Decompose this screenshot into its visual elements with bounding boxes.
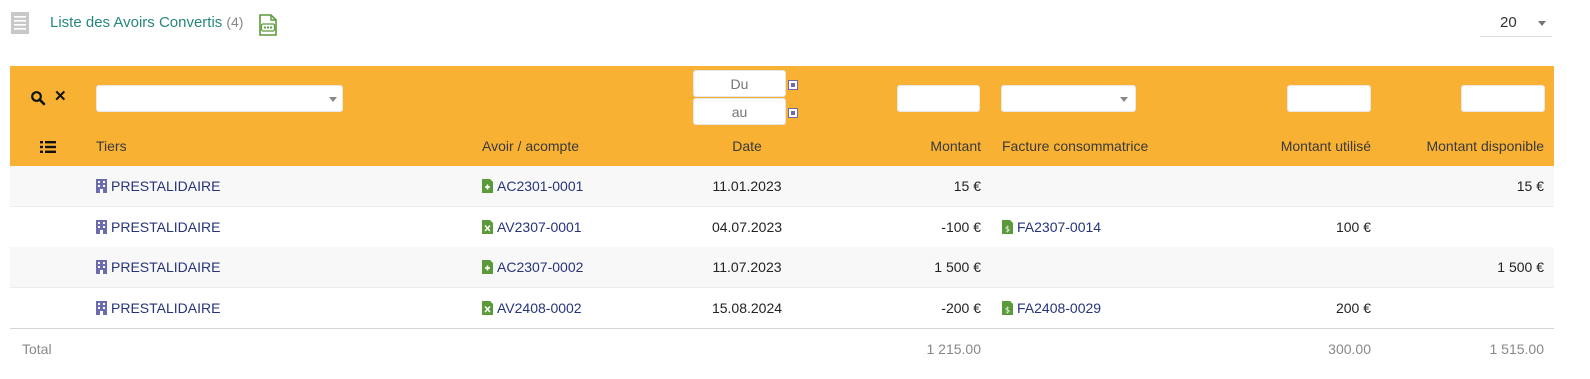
montant-cell: 1 500 € [934, 259, 981, 275]
chevron-down-icon [1120, 97, 1128, 102]
total-montant-disponible: 1 515.00 [1489, 341, 1545, 357]
company-icon [96, 179, 107, 193]
total-label: Total [22, 341, 52, 357]
montant-disponible-filter-input[interactable] [1461, 85, 1545, 112]
avoir-link[interactable]: AV2408-0002 [482, 300, 582, 316]
tiers-link[interactable]: PRESTALIDAIRE [96, 178, 220, 194]
table-row: PRESTALIDAIRE AC2301-0001 11.01.2023 15 … [10, 166, 1554, 207]
avoir-ref: AV2408-0002 [497, 300, 582, 316]
company-icon [96, 260, 107, 274]
search-icon[interactable] [30, 90, 46, 106]
column-header-montant-utilise[interactable]: Montant utilisé [1210, 138, 1371, 154]
column-header-facture[interactable]: Facture consommatrice [1002, 138, 1148, 154]
montant-utilise-filter-input[interactable] [1287, 85, 1371, 112]
column-header-montant[interactable]: Montant [860, 138, 981, 154]
facture-link[interactable]: $ FA2408-0029 [1002, 300, 1101, 316]
tiers-link[interactable]: PRESTALIDAIRE [96, 219, 220, 235]
tiers-name: PRESTALIDAIRE [111, 219, 221, 235]
table-row: PRESTALIDAIRE AV2307-0001 04.07.2023 -10… [10, 207, 1554, 248]
facture-ref: FA2408-0029 [1017, 300, 1102, 316]
invoice-icon: $ [1002, 220, 1013, 234]
date-cell: 11.07.2023 [712, 259, 782, 275]
avoir-link[interactable]: AC2307-0002 [482, 259, 583, 275]
column-header-date[interactable]: Date [696, 138, 798, 154]
tiers-name: PRESTALIDAIRE [111, 300, 221, 316]
montant-utilise-cell: 100 € [1335, 219, 1371, 235]
credit-note-icon [482, 220, 493, 234]
avoir-ref: AV2307-0001 [497, 219, 582, 235]
column-header-montant-disponible[interactable]: Montant disponible [1390, 138, 1544, 154]
chevron-down-icon [329, 97, 337, 102]
company-icon [96, 301, 107, 315]
facture-ref: FA2307-0014 [1017, 219, 1102, 235]
total-montant-utilise: 300.00 [1328, 341, 1371, 357]
calendar-icon[interactable] [788, 80, 798, 90]
chevron-down-icon [1538, 21, 1546, 26]
table-header: ✕ Tiers Avoir / acompte Date Montant Fac… [10, 66, 1554, 166]
title-bar: Liste des Avoirs Convertis (4) 20 [0, 0, 1590, 50]
avoir-ref: AC2301-0001 [497, 178, 584, 194]
tiers-name: PRESTALIDAIRE [111, 178, 221, 194]
tiers-link[interactable]: PRESTALIDAIRE [96, 259, 220, 275]
record-count: (4) [226, 14, 244, 30]
page-size-value: 20 [1500, 14, 1517, 31]
table-row: PRESTALIDAIRE AC2307-0002 11.07.2023 1 5… [10, 247, 1554, 288]
deposit-document-icon [482, 179, 493, 193]
avoir-link[interactable]: AV2307-0001 [482, 219, 582, 235]
page-size-select[interactable]: 20 [1480, 8, 1552, 37]
tiers-filter-select[interactable] [96, 85, 343, 112]
montant-cell: 15 € [953, 178, 981, 194]
page-title-text: Liste des Avoirs Convertis [50, 14, 223, 31]
facture-link[interactable]: $ FA2307-0014 [1002, 219, 1101, 235]
montant-cell: -100 € [941, 219, 981, 235]
page-title: Liste des Avoirs Convertis (4) [50, 14, 243, 31]
totals-row: Total 1 215.00 300.00 1 515.00 [10, 328, 1554, 369]
tiers-name: PRESTALIDAIRE [111, 259, 221, 275]
date-cell: 11.01.2023 [712, 178, 782, 194]
date-to-input[interactable] [693, 98, 786, 125]
montant-disponible-cell: 1 500 € [1497, 259, 1544, 275]
calendar-icon[interactable] [788, 108, 798, 118]
company-icon [96, 220, 107, 234]
total-montant: 1 215.00 [926, 341, 982, 357]
table-row: PRESTALIDAIRE AV2408-0002 15.08.2024 -20… [10, 288, 1554, 329]
column-header-tiers[interactable]: Tiers [96, 138, 127, 154]
facture-filter-select[interactable] [1001, 85, 1136, 112]
svg-text:$: $ [1005, 225, 1010, 234]
montant-filter-input[interactable] [897, 85, 980, 112]
csv-export-icon[interactable] [258, 14, 278, 36]
invoice-icon: $ [1002, 301, 1013, 315]
column-selector-icon[interactable] [40, 140, 56, 154]
credit-note-icon [482, 301, 493, 315]
avoir-ref: AC2307-0002 [497, 259, 584, 275]
montant-utilise-cell: 200 € [1335, 300, 1371, 316]
date-from-input[interactable] [693, 70, 786, 97]
montant-disponible-cell: 15 € [1516, 178, 1544, 194]
svg-text:$: $ [1005, 306, 1010, 315]
deposit-document-icon [482, 260, 493, 274]
avoir-link[interactable]: AC2301-0001 [482, 178, 583, 194]
column-header-avoir[interactable]: Avoir / acompte [482, 138, 579, 154]
date-cell: 04.07.2023 [711, 219, 783, 235]
date-cell: 15.08.2024 [711, 300, 783, 316]
clear-filters-icon[interactable]: ✕ [54, 89, 67, 105]
document-list-icon [11, 12, 29, 34]
montant-cell: -200 € [941, 300, 981, 316]
tiers-link[interactable]: PRESTALIDAIRE [96, 300, 220, 316]
